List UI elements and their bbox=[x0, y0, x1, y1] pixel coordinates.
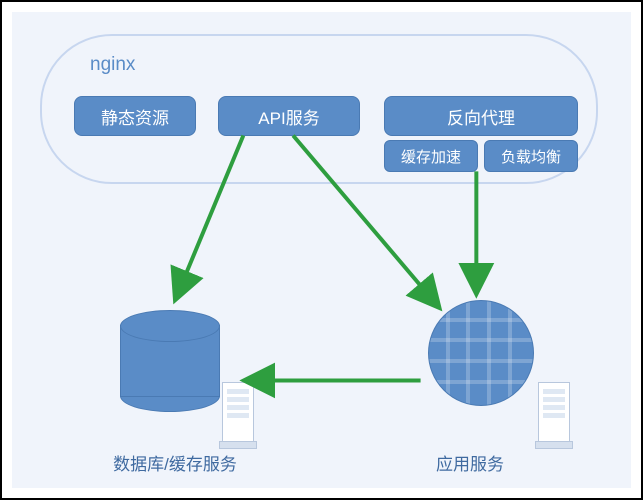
app-server-label: 应用服务 bbox=[410, 450, 530, 475]
module-cache-accel: 缓存加速 bbox=[384, 140, 478, 172]
diagram-canvas: nginx 静态资源 API服务 反向代理 缓存加速 负载均衡 数据库/缓存服务… bbox=[12, 12, 631, 488]
database-icon bbox=[120, 310, 218, 400]
db-server-icon bbox=[222, 382, 254, 446]
nginx-container: nginx 静态资源 API服务 反向代理 缓存加速 负载均衡 bbox=[40, 34, 598, 184]
module-load-balance: 负载均衡 bbox=[484, 140, 578, 172]
app-server-tower-icon bbox=[538, 382, 570, 446]
module-api-service: API服务 bbox=[218, 96, 360, 136]
nginx-title: nginx bbox=[90, 54, 135, 76]
database-label: 数据库/缓存服务 bbox=[90, 450, 260, 475]
module-reverse-proxy: 反向代理 bbox=[384, 96, 578, 136]
module-static-resources: 静态资源 bbox=[74, 96, 196, 136]
diagram-frame: nginx 静态资源 API服务 反向代理 缓存加速 负载均衡 数据库/缓存服务… bbox=[0, 0, 643, 500]
app-server-icon bbox=[428, 300, 534, 406]
